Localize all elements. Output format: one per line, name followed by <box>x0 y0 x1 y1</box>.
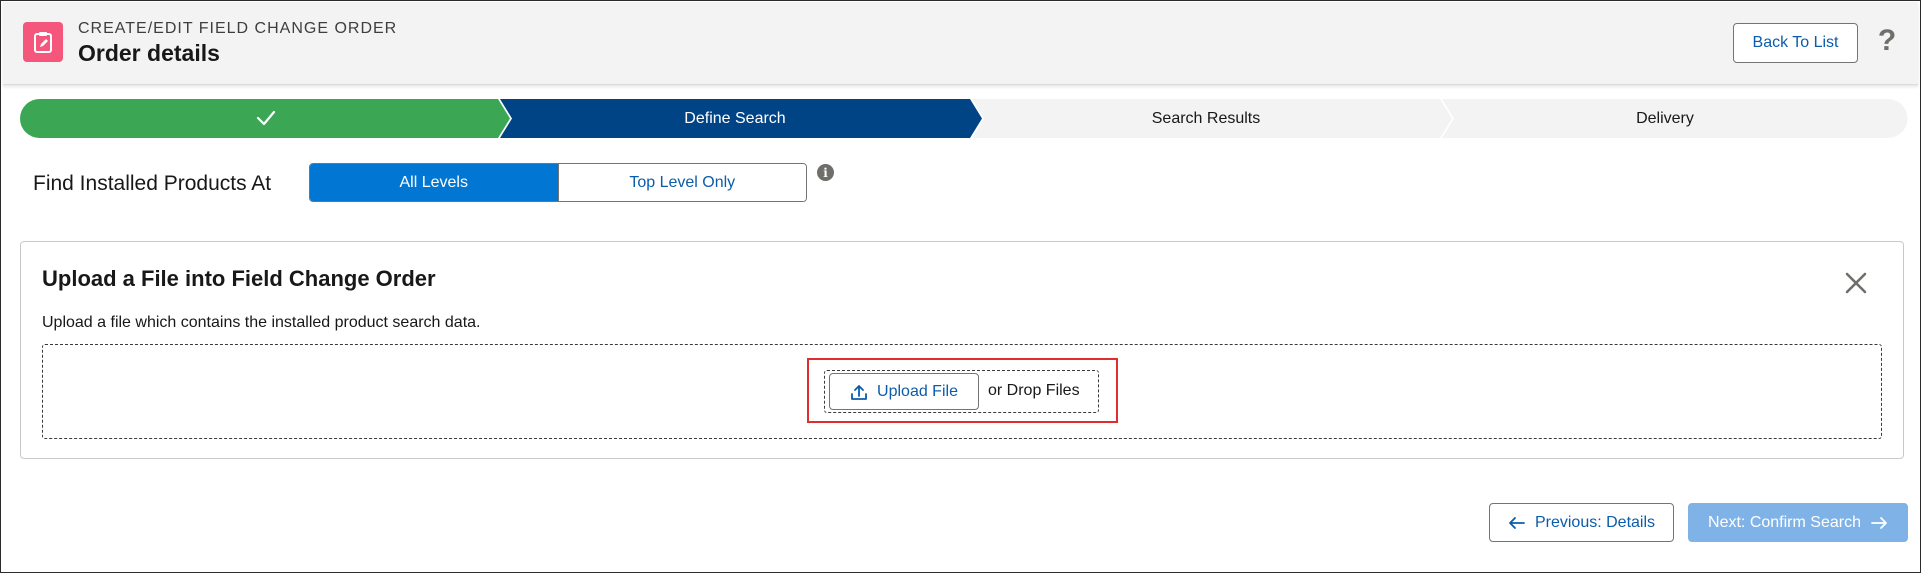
path-step-search-results[interactable]: Search Results <box>972 99 1440 138</box>
upload-card-title: Upload a File into Field Change Order <box>42 266 436 291</box>
help-icon[interactable]: ? <box>1875 24 1899 58</box>
upload-icon <box>851 384 867 400</box>
upload-card: Upload a File into Field Change Order Up… <box>20 241 1904 459</box>
upload-file-button[interactable]: Upload File <box>829 373 979 410</box>
all-levels-button[interactable]: All Levels <box>310 164 558 201</box>
next-confirm-search-button[interactable]: Next: Confirm Search <box>1688 503 1908 542</box>
info-icon[interactable]: i <box>817 164 834 181</box>
page-eyebrow: CREATE/EDIT FIELD CHANGE ORDER <box>78 20 398 37</box>
level-toggle-group: All Levels Top Level Only <box>309 163 807 202</box>
close-icon[interactable] <box>1841 268 1871 298</box>
next-confirm-search-label: Next: Confirm Search <box>1708 513 1861 531</box>
upload-card-description: Upload a file which contains the install… <box>42 314 481 331</box>
path-step-delivery[interactable]: Delivery <box>1442 99 1888 138</box>
page-title: Order details <box>78 40 220 66</box>
previous-details-label: Previous: Details <box>1534 513 1656 531</box>
drop-files-text: or Drop Files <box>988 382 1080 399</box>
page-header: CREATE/EDIT FIELD CHANGE ORDER Order det… <box>3 2 1918 85</box>
path-step-define-search[interactable]: Define Search <box>500 99 970 138</box>
previous-details-button[interactable]: Previous: Details <box>1489 503 1674 542</box>
top-level-only-button[interactable]: Top Level Only <box>557 164 806 201</box>
edit-form-icon <box>23 22 63 62</box>
upload-file-label: Upload File <box>877 382 958 400</box>
progress-path: Define Search Search Results Delivery <box>20 99 1908 138</box>
path-step-complete-shape <box>20 99 510 138</box>
arrow-left-icon <box>1509 516 1525 529</box>
arrow-right-icon <box>1871 516 1887 529</box>
back-to-list-button[interactable]: Back To List <box>1733 23 1858 63</box>
find-installed-products-label: Find Installed Products At <box>33 172 272 195</box>
